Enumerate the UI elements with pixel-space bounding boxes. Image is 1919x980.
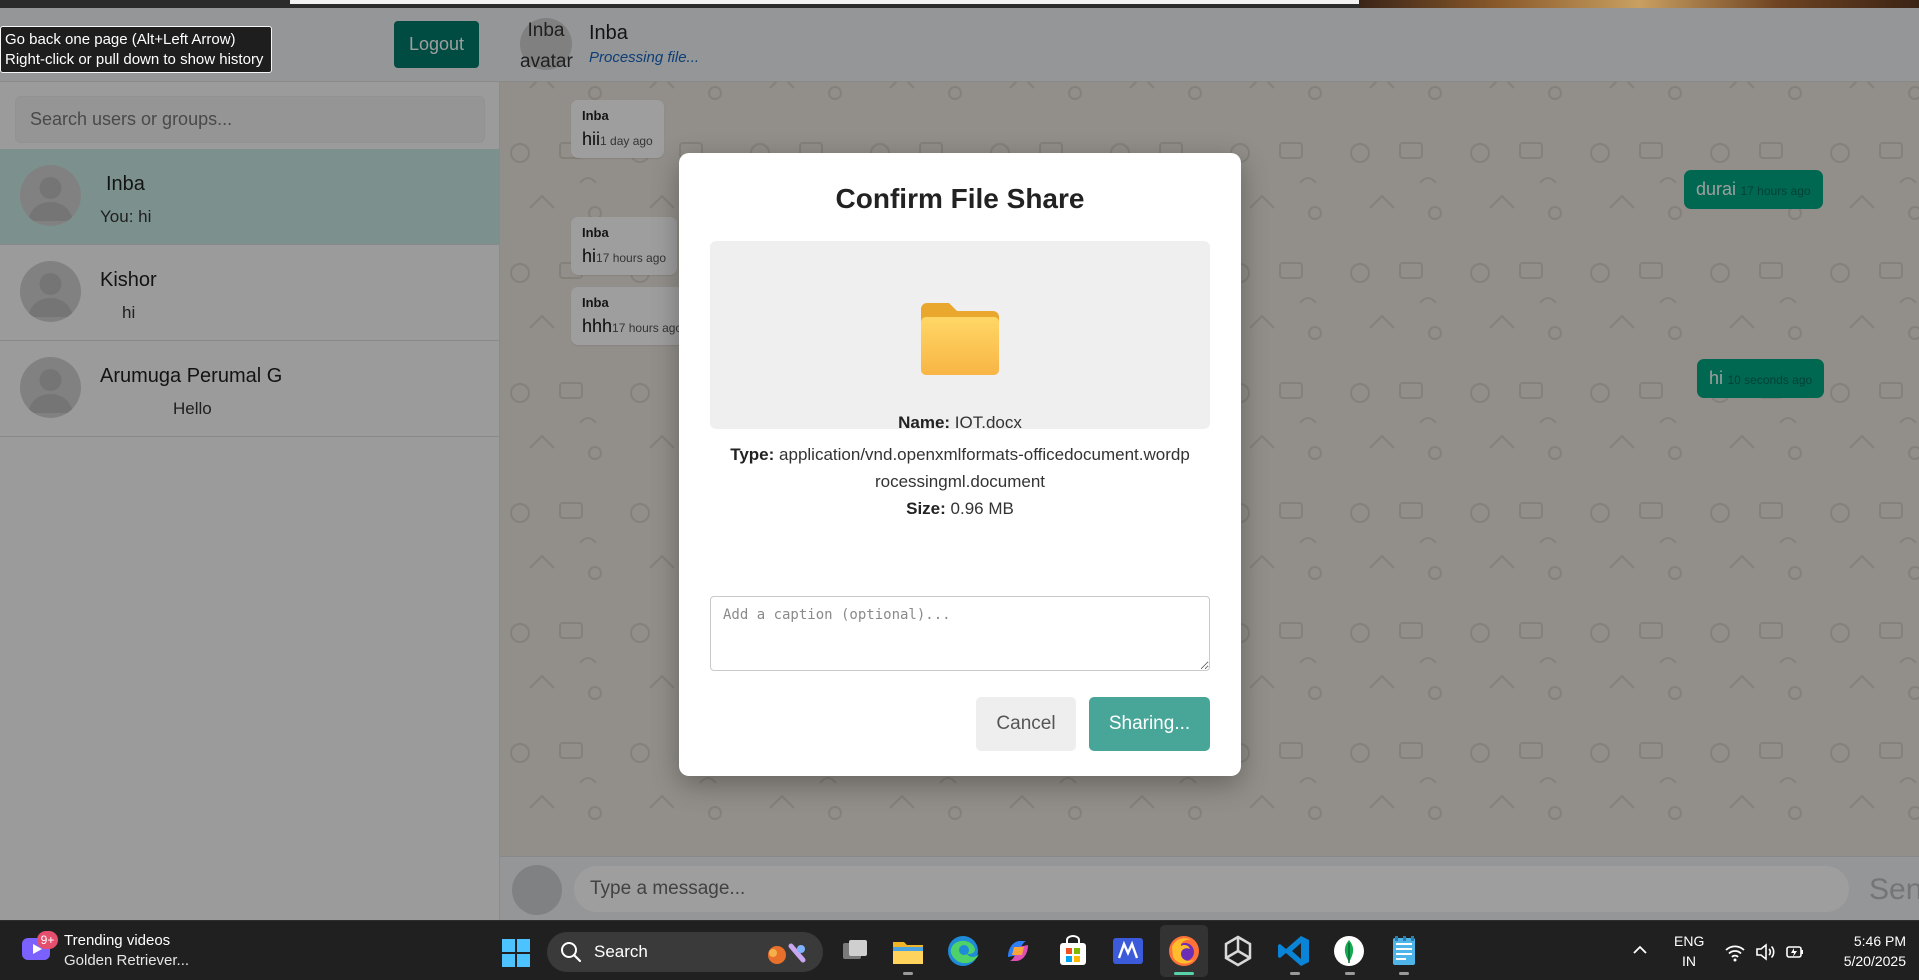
language-indicator[interactable]: ENG <box>1674 933 1704 949</box>
file-explorer-icon[interactable] <box>890 933 926 969</box>
file-name-label: Name: <box>898 413 951 432</box>
edge-icon[interactable] <box>945 933 981 969</box>
running-indicator <box>1345 972 1355 975</box>
file-type-row: Type: application/vnd.openxmlformats-off… <box>710 441 1210 495</box>
battery-charging-icon[interactable] <box>1784 941 1806 963</box>
mongodb-compass-icon[interactable] <box>1331 933 1367 969</box>
file-size-label: Size: <box>906 499 946 518</box>
taskbar-search[interactable]: Search <box>547 932 823 972</box>
notification-badge: 9+ <box>37 931 58 949</box>
dialog-title: Confirm File Share <box>835 183 1085 214</box>
active-indicator <box>1174 972 1194 975</box>
running-indicator <box>903 972 913 975</box>
file-type-label: Type: <box>730 445 775 464</box>
running-indicator <box>1399 972 1409 975</box>
file-name-value: IOT.docx <box>954 413 1022 432</box>
vs-code-icon[interactable] <box>1276 933 1312 969</box>
cancel-button[interactable]: Cancel <box>976 697 1076 751</box>
microsoft-store-icon[interactable] <box>1055 933 1091 969</box>
copilot-icon[interactable] <box>1000 933 1036 969</box>
widget-subtitle[interactable]: Golden Retriever... <box>64 952 189 969</box>
browser-background-image <box>1359 0 1919 8</box>
firefox-icon[interactable] <box>1166 933 1202 969</box>
clock-time[interactable]: 5:46 PM <box>1816 933 1906 949</box>
file-size-row: Size: 0.96 MB <box>710 495 1210 522</box>
file-size-value: 0.96 MB <box>950 499 1014 518</box>
search-highlight-icon <box>768 943 806 964</box>
wifi-icon[interactable] <box>1724 941 1746 963</box>
back-button-tooltip: Go back one page (Alt+Left Arrow) Right-… <box>0 26 272 73</box>
chevron-up-icon[interactable] <box>1631 941 1649 959</box>
unity-icon[interactable] <box>1220 933 1256 969</box>
folder-icon <box>921 303 999 375</box>
share-button[interactable]: Sharing... <box>1089 697 1210 751</box>
clock-date[interactable]: 5/20/2025 <box>1816 953 1906 969</box>
running-indicator <box>1290 972 1300 975</box>
file-preview <box>710 241 1210 429</box>
notepad-icon[interactable] <box>1386 933 1422 969</box>
task-view-icon[interactable] <box>837 933 873 969</box>
file-type-value-line2: rocessingml.document <box>874 472 1046 491</box>
windows-start-icon[interactable] <box>502 939 530 967</box>
windows-taskbar: 9+ Trending videos Golden Retriever... S… <box>0 920 1919 980</box>
browser-tab-bar[interactable] <box>290 0 1490 4</box>
browser-top-strip <box>0 0 1919 8</box>
caption-input[interactable] <box>710 596 1210 671</box>
widget-title[interactable]: Trending videos <box>64 932 170 949</box>
language-region[interactable]: IN <box>1674 953 1704 969</box>
search-label: Search <box>594 942 648 961</box>
file-name-row: Name: IOT.docx <box>710 409 1210 436</box>
writing-app-icon[interactable] <box>1110 933 1146 969</box>
confirm-file-share-dialog: Confirm File Share Name: IOT.docx Type: … <box>679 153 1241 776</box>
search-icon <box>561 942 582 963</box>
file-type-value-line1: application/vnd.openxmlformats-officedoc… <box>779 445 1190 464</box>
volume-icon[interactable] <box>1754 941 1776 963</box>
